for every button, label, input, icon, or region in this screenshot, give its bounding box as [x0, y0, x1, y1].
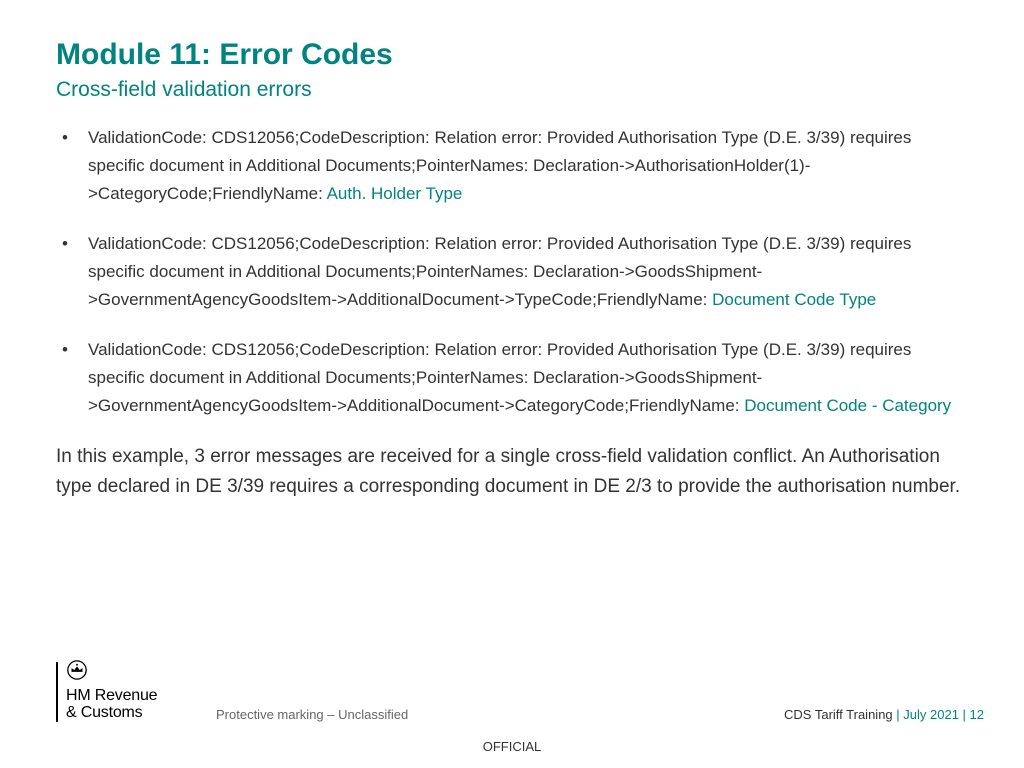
- slide: Module 11: Error Codes Cross-field valid…: [0, 0, 1024, 768]
- friendly-name: Auth. Holder Type: [327, 184, 463, 203]
- crown-icon: [66, 659, 157, 686]
- separator: |: [893, 707, 900, 722]
- list-item: ValidationCode: CDS12056;CodeDescription…: [84, 124, 968, 208]
- page-number: 12: [970, 707, 984, 722]
- error-body: ValidationCode: CDS12056;CodeDescription…: [88, 128, 911, 203]
- footer: HM Revenue & Customs Protective marking …: [56, 668, 984, 722]
- list-item: ValidationCode: CDS12056;CodeDescription…: [84, 230, 968, 314]
- friendly-name: Document Code Type: [712, 290, 876, 309]
- list-item: ValidationCode: CDS12056;CodeDescription…: [84, 336, 968, 420]
- footer-date: July 2021: [900, 707, 963, 722]
- course-name: CDS Tariff Training: [784, 707, 893, 722]
- slide-subtitle: Cross-field validation errors: [56, 78, 968, 102]
- footer-meta: CDS Tariff Training | July 2021 | 12: [784, 707, 984, 722]
- slide-title: Module 11: Error Codes: [56, 38, 968, 72]
- explanation-text: In this example, 3 error messages are re…: [56, 442, 968, 501]
- error-list: ValidationCode: CDS12056;CodeDescription…: [56, 124, 968, 420]
- hmrc-logo: HM Revenue & Customs: [56, 659, 157, 722]
- org-name-line2: & Customs: [66, 705, 157, 722]
- logo-bar: [56, 662, 58, 722]
- protective-marking: Protective marking – Unclassified: [216, 707, 408, 722]
- separator: |: [963, 707, 970, 722]
- official-marking: OFFICIAL: [0, 739, 1024, 754]
- org-name-line1: HM Revenue: [66, 688, 157, 705]
- friendly-name: Document Code - Category: [744, 396, 951, 415]
